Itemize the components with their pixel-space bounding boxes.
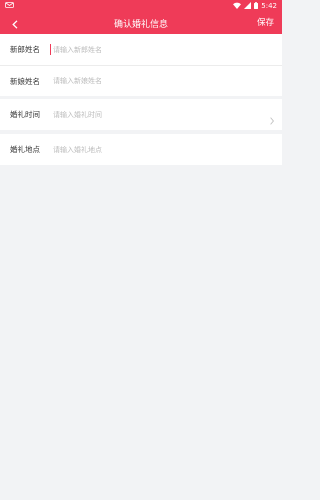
time-group: 婚礼时间	[0, 99, 282, 130]
wedding-time-input[interactable]	[51, 108, 272, 121]
bride-name-input[interactable]	[51, 75, 272, 87]
back-arrow-icon	[12, 14, 18, 33]
place-group: 婚礼地点	[0, 134, 282, 165]
status-bar-left	[5, 2, 14, 10]
wedding-place-label: 婚礼地点	[10, 145, 40, 154]
wifi-icon	[233, 2, 242, 11]
bride-name-label: 新娘姓名	[10, 76, 40, 86]
wedding-time-label: 婚礼时间	[10, 110, 40, 119]
groom-name-input[interactable]	[51, 43, 272, 56]
app-header: 确认婚礼信息 保存	[0, 12, 282, 34]
names-group: 新郎姓名 新娘姓名	[0, 34, 282, 96]
page-title: 确认婚礼信息	[113, 19, 168, 30]
cellular-signal-icon	[244, 1, 252, 11]
wedding-time-row[interactable]: 婚礼时间	[0, 99, 282, 130]
battery-icon	[254, 1, 259, 11]
text-cursor	[50, 44, 51, 55]
chevron-right-icon	[270, 110, 274, 129]
save-button[interactable]: 保存	[257, 12, 274, 34]
groom-name-row: 新郎姓名	[0, 34, 282, 65]
wedding-place-input[interactable]	[51, 143, 272, 156]
status-bar-right: 5:42	[233, 1, 277, 11]
notification-icon	[5, 2, 14, 10]
status-bar: 5:42	[0, 0, 282, 12]
back-button[interactable]	[6, 12, 24, 34]
bride-name-row: 新娘姓名	[0, 65, 282, 96]
groom-name-label: 新郎姓名	[10, 45, 40, 54]
status-time: 5:42	[261, 2, 277, 10]
wedding-place-row: 婚礼地点	[0, 134, 282, 165]
